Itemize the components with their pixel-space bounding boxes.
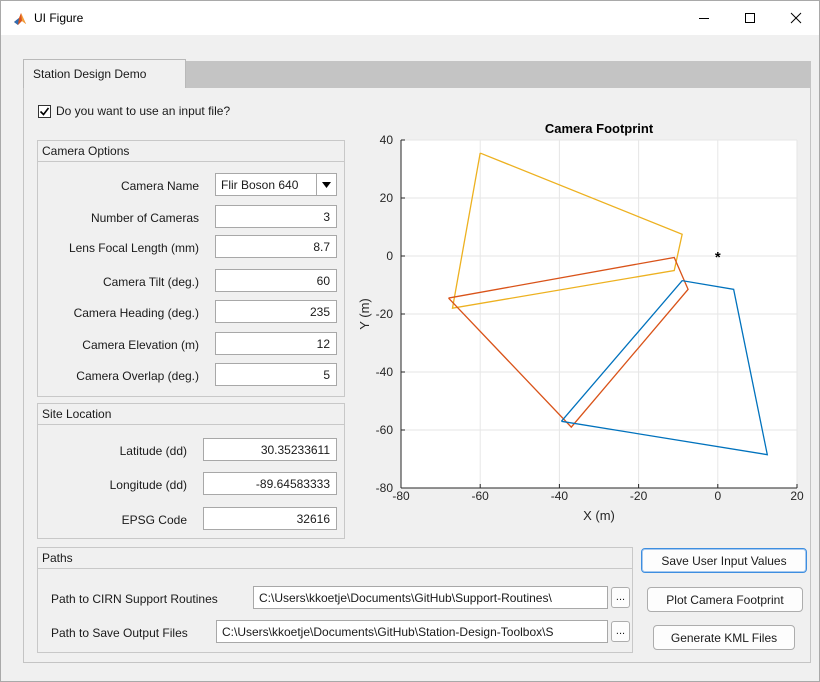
x-tick-label: 0	[714, 489, 721, 503]
y-axis-label: Y (m)	[357, 298, 372, 330]
maximize-icon	[744, 12, 756, 24]
y-tick-label: -80	[376, 481, 394, 495]
cirn-browse-button[interactable]: ...	[611, 587, 630, 608]
elevation-label: Camera Elevation (m)	[82, 338, 199, 352]
x-tick-label: 20	[790, 489, 804, 503]
close-icon	[790, 12, 802, 24]
camera-name-value: Flir Boson 640	[221, 178, 299, 192]
focal-length-field[interactable]: 8.7	[215, 235, 337, 258]
camera-origin-marker: *	[715, 249, 721, 266]
y-tick-label: 20	[380, 191, 394, 205]
longitude-field[interactable]: -89.64583333	[203, 472, 337, 495]
cirn-path-field[interactable]: C:\Users\kkoetje\Documents\GitHub\Suppor…	[253, 586, 608, 609]
y-tick-label: -60	[376, 423, 394, 437]
longitude-label: Longitude (dd)	[109, 478, 187, 492]
site-location-title: Site Location	[38, 404, 344, 425]
epsg-label: EPSG Code	[121, 513, 187, 527]
x-tick-label: -80	[392, 489, 410, 503]
camera-name-dropdown[interactable]: Flir Boson 640	[215, 173, 337, 196]
x-tick-label: -60	[472, 489, 490, 503]
output-path-field[interactable]: C:\Users\kkoetje\Documents\GitHub\Statio…	[216, 620, 608, 643]
tilt-field[interactable]: 60	[215, 269, 337, 292]
heading-label: Camera Heading (deg.)	[73, 306, 199, 320]
y-tick-label: 40	[380, 133, 394, 147]
latitude-field[interactable]: 30.35233611	[203, 438, 337, 461]
camera-footprint-chart: -80 -60 -40 -20 0 20 -80 -60 -40 -20 0 20 40 * Camera …	[357, 121, 804, 523]
minimize-button[interactable]	[681, 1, 727, 35]
overlap-label: Camera Overlap (deg.)	[76, 369, 199, 383]
plot-camera-footprint-button[interactable]: Plot Camera Footprint	[647, 587, 803, 612]
input-file-checkbox[interactable]	[38, 104, 51, 118]
window-title: UI Figure	[34, 11, 84, 25]
app-window: UI Figure Station Design Demo Do you wan…	[0, 0, 820, 682]
x-tick-label: -40	[551, 489, 569, 503]
input-file-checkbox-label: Do you want to use an input file?	[56, 104, 231, 118]
close-button[interactable]	[773, 1, 819, 35]
focal-length-label: Lens Focal Length (mm)	[68, 241, 199, 255]
matlab-logo-icon	[13, 12, 27, 26]
chart-title: Camera Footprint	[545, 121, 654, 136]
latitude-label: Latitude (dd)	[119, 444, 187, 458]
heading-field[interactable]: 235	[215, 300, 337, 323]
input-file-checkbox-row[interactable]: Do you want to use an input file?	[38, 104, 230, 118]
cirn-path-label: Path to CIRN Support Routines	[51, 592, 218, 606]
camera-name-label: Camera Name	[120, 179, 199, 193]
save-user-input-button[interactable]: Save User Input Values	[641, 548, 807, 573]
epsg-field[interactable]: 32616	[203, 507, 337, 530]
camera-options-title: Camera Options	[38, 141, 344, 162]
paths-title: Paths	[38, 548, 632, 569]
title-bar: UI Figure	[1, 1, 819, 35]
num-cameras-field[interactable]: 3	[215, 205, 337, 228]
tilt-label: Camera Tilt (deg.)	[102, 275, 199, 289]
tab-station-design-demo[interactable]: Station Design Demo	[23, 59, 186, 89]
maximize-button[interactable]	[727, 1, 773, 35]
x-tick-label: -20	[630, 489, 648, 503]
output-path-label: Path to Save Output Files	[51, 626, 188, 640]
y-tick-label: -20	[376, 307, 394, 321]
chevron-down-icon	[316, 174, 336, 195]
minimize-icon	[698, 12, 710, 24]
elevation-field[interactable]: 12	[215, 332, 337, 355]
x-axis-label: X (m)	[583, 508, 615, 523]
checkmark-icon	[39, 107, 50, 116]
overlap-field[interactable]: 5	[215, 363, 337, 386]
y-tick-label: 0	[386, 249, 393, 263]
generate-kml-button[interactable]: Generate KML Files	[653, 625, 795, 650]
output-browse-button[interactable]: ...	[611, 621, 630, 642]
num-cameras-label: Number of Cameras	[90, 211, 199, 225]
y-tick-label: -40	[376, 365, 394, 379]
